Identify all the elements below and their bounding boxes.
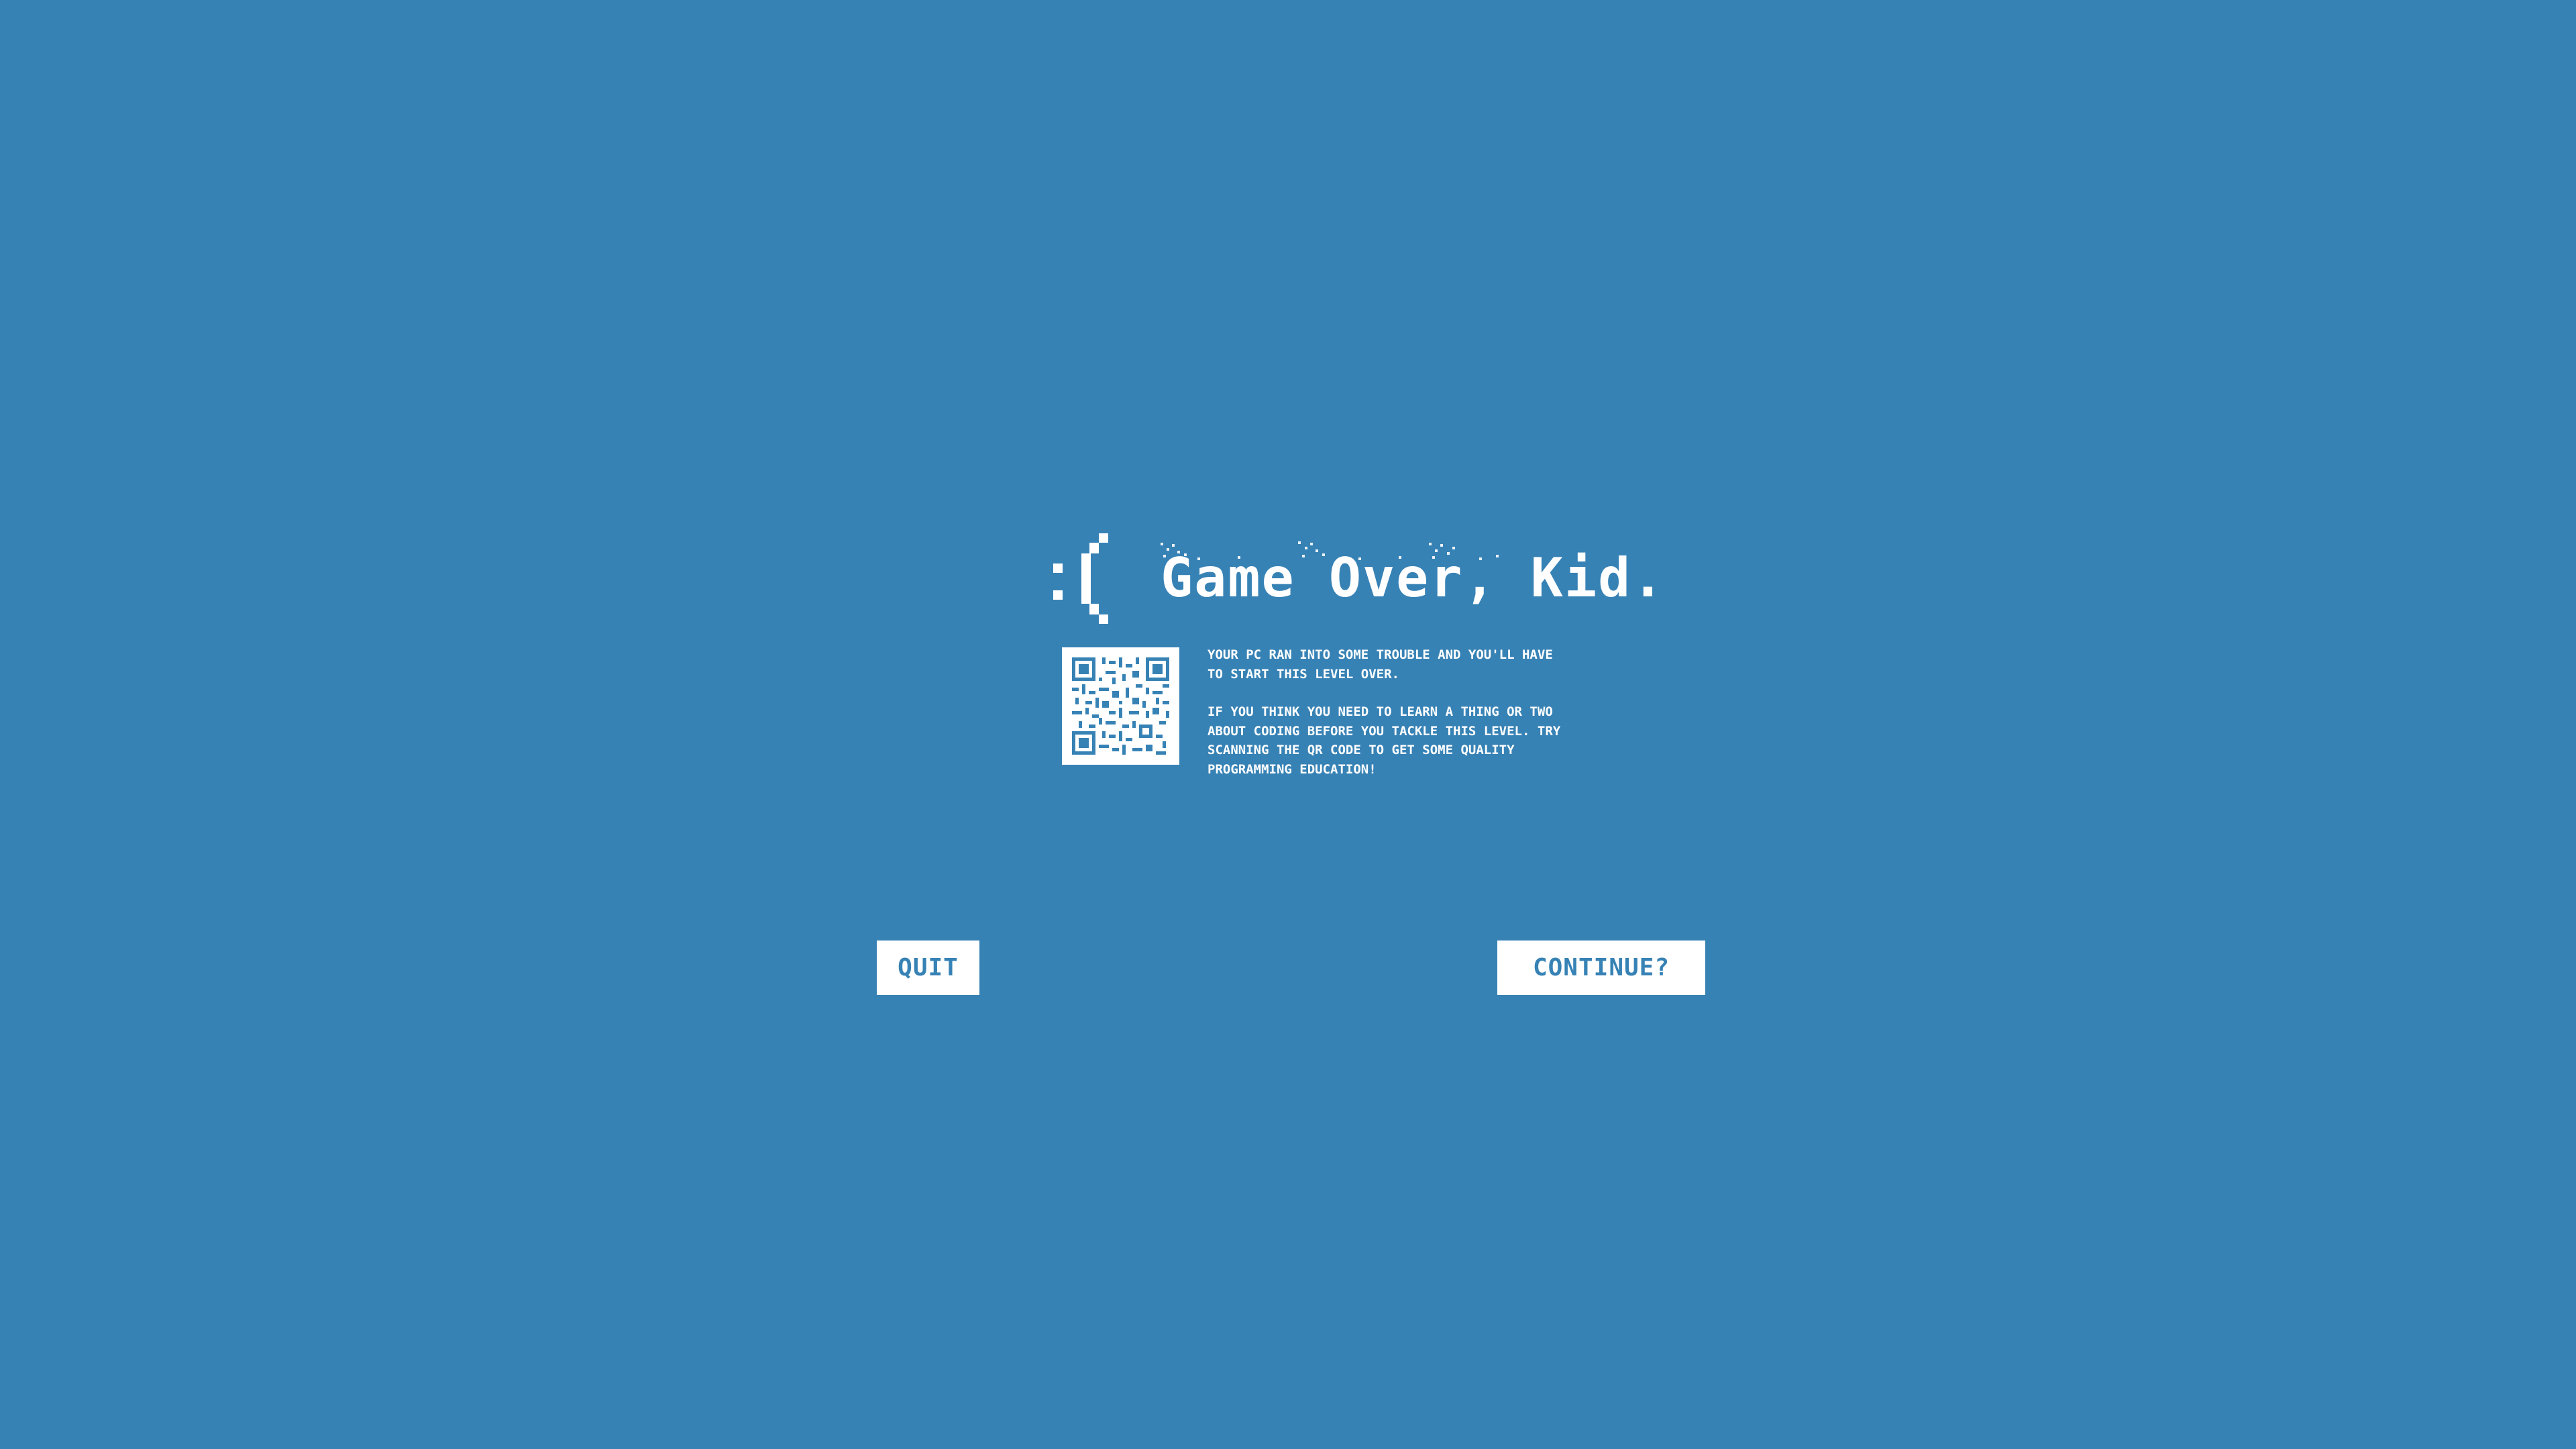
message-line-qr-hint: IF YOU THINK YOU NEED TO LEARN A THING O… — [1208, 704, 1561, 777]
game-over-title: Game Over, Kid. — [1161, 547, 1666, 609]
game-over-message: YOUR PC RAN INTO SOME TROUBLE AND YOU'LL… — [1208, 645, 1570, 798]
qr-code-icon[interactable] — [1062, 647, 1179, 765]
continue-button[interactable]: CONTINUE? — [1497, 941, 1705, 995]
quit-button[interactable]: QUIT — [877, 941, 979, 995]
frown-face-icon — [1046, 533, 1114, 624]
message-line-trouble: YOUR PC RAN INTO SOME TROUBLE AND YOU'LL… — [1208, 647, 1553, 682]
